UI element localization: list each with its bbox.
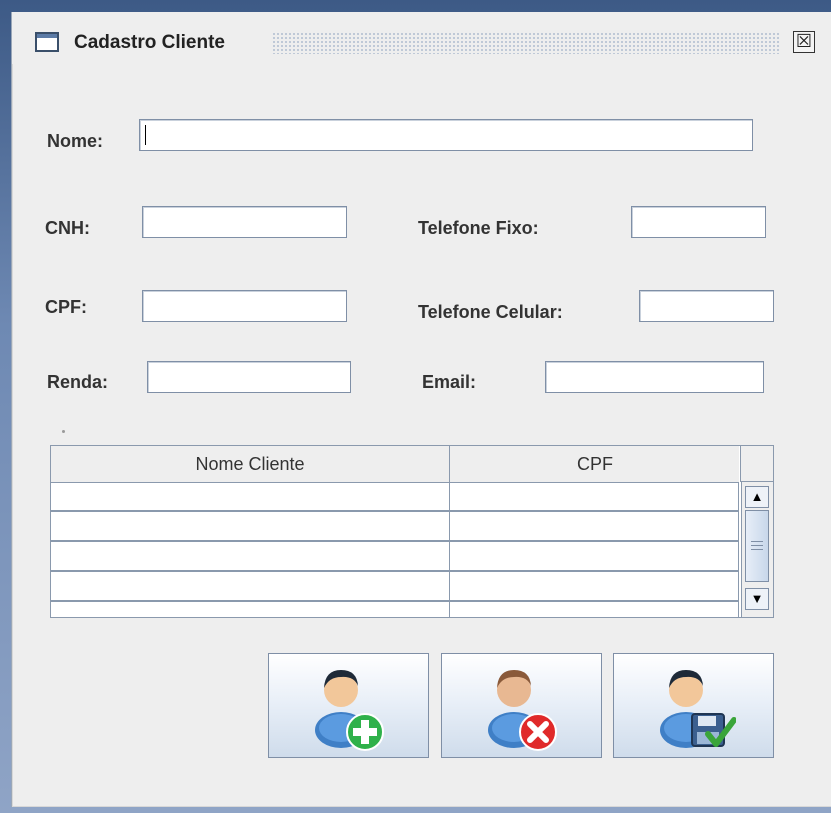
user-add-icon <box>315 670 384 751</box>
table-row[interactable] <box>51 602 739 617</box>
renda-field[interactable] <box>147 361 351 393</box>
cell-cpf[interactable] <box>450 542 739 570</box>
stray-mark <box>62 430 65 433</box>
cadastro-cliente-window: Cadastro Cliente ☒ Nome: CNH: Telefone F… <box>11 12 831 807</box>
telefone-celular-label: Telefone Celular: <box>418 302 563 322</box>
table-row[interactable] <box>51 512 739 542</box>
title-bar[interactable]: Cadastro Cliente ☒ <box>12 12 831 64</box>
delete-client-button[interactable] <box>441 653 602 758</box>
add-client-button[interactable] <box>268 653 429 758</box>
scrollbar-thumb[interactable] <box>745 510 769 582</box>
table-corner <box>741 446 773 482</box>
renda-label: Renda: <box>47 372 109 392</box>
window-icon <box>35 32 59 52</box>
cnh-label: CNH: <box>45 218 90 238</box>
cpf-label: CPF: <box>45 297 87 317</box>
user-save-icon <box>660 670 736 748</box>
cell-nome-cliente[interactable] <box>51 542 450 570</box>
cell-nome-cliente[interactable] <box>51 482 450 510</box>
table-header: Nome Cliente CPF <box>51 446 741 483</box>
close-button[interactable]: ☒ <box>793 31 815 53</box>
vertical-scrollbar[interactable]: ▲ ▼ <box>741 482 773 617</box>
column-header-cpf[interactable]: CPF <box>450 446 741 482</box>
table-row[interactable] <box>51 542 739 572</box>
cell-cpf[interactable] <box>450 572 739 600</box>
window-title: Cadastro Cliente <box>74 32 225 53</box>
scroll-down-button[interactable]: ▼ <box>745 588 769 610</box>
user-delete-icon <box>488 670 557 751</box>
cell-nome-cliente[interactable] <box>51 602 450 617</box>
cnh-field[interactable] <box>142 206 347 238</box>
nome-field[interactable] <box>139 119 753 151</box>
cpf-field[interactable] <box>142 290 347 322</box>
cell-cpf[interactable] <box>450 512 739 540</box>
table-body <box>51 482 739 617</box>
column-header-nome-cliente[interactable]: Nome Cliente <box>51 446 450 482</box>
cell-nome-cliente[interactable] <box>51 572 450 600</box>
clientes-table[interactable]: Nome Cliente CPF ▲ ▼ <box>50 445 774 618</box>
cell-cpf[interactable] <box>450 482 739 510</box>
table-row[interactable] <box>51 572 739 602</box>
scroll-up-button[interactable]: ▲ <box>745 486 769 508</box>
nome-label: Nome: <box>47 131 104 151</box>
table-row[interactable] <box>51 482 739 512</box>
save-client-button[interactable] <box>613 653 774 758</box>
telefone-fixo-label: Telefone Fixo: <box>418 218 539 238</box>
telefone-fixo-field[interactable] <box>631 206 766 238</box>
email-label: Email: <box>422 372 477 392</box>
cell-cpf[interactable] <box>450 602 739 617</box>
email-field[interactable] <box>545 361 764 393</box>
telefone-celular-field[interactable] <box>639 290 774 322</box>
text-caret <box>145 125 146 145</box>
cell-nome-cliente[interactable] <box>51 512 450 540</box>
title-bar-pattern <box>272 32 780 54</box>
